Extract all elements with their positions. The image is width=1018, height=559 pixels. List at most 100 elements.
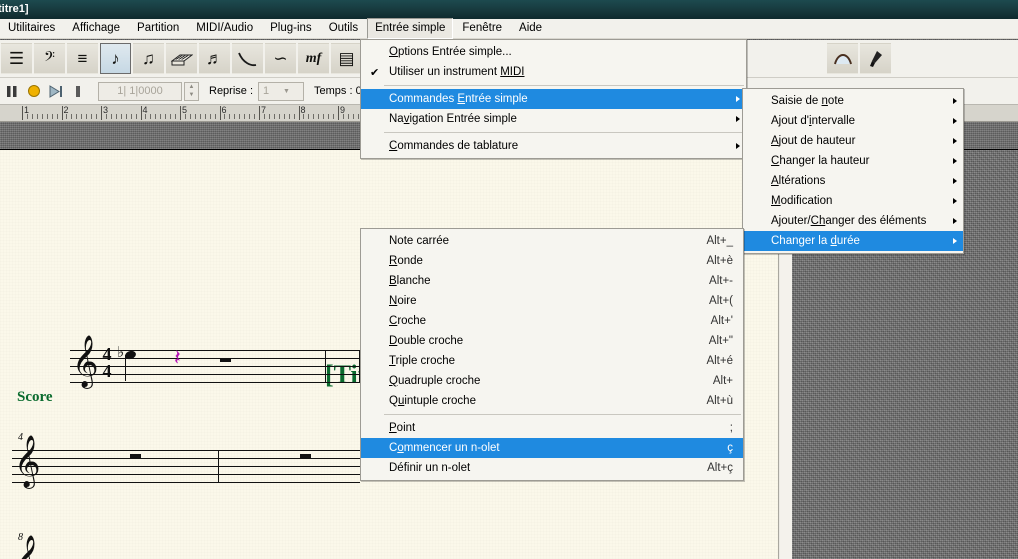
- menu-item-modification[interactable]: Modification: [743, 191, 963, 211]
- menu-item-point[interactable]: Point;: [361, 418, 743, 438]
- measure-spinner[interactable]: ▲▼: [184, 82, 199, 101]
- menu-item-navigation-entree-simple[interactable]: Navigation Entrée simple: [361, 109, 746, 129]
- submenu-arrow-icon: [953, 118, 957, 124]
- menu-item-saisie-de-note[interactable]: Saisie de note: [743, 91, 963, 111]
- ruler-minor-tick: [289, 114, 290, 119]
- ruler-tick-label: 3: [101, 105, 108, 115]
- menu-item-croche[interactable]: CrocheAlt+': [361, 311, 743, 331]
- speedy-entry-tool-icon[interactable]: ♫: [133, 43, 164, 74]
- whole-rest[interactable]: [300, 454, 311, 458]
- selected-quarter-rest[interactable]: 𝄽: [174, 348, 181, 370]
- ruler-minor-tick: [353, 114, 354, 119]
- ruler-minor-tick: [96, 114, 97, 119]
- menu-item-label: Commandes Entrée simple: [389, 93, 736, 105]
- menu-item-label: Navigation Entrée simple: [389, 113, 736, 125]
- submenu-arrow-icon: [953, 238, 957, 244]
- menubar-item-fen-tre[interactable]: Fenêtre: [454, 18, 510, 39]
- menu-item-quintuple-croche[interactable]: Quintuple crocheAlt+ù: [361, 391, 743, 411]
- play-button[interactable]: [46, 81, 66, 101]
- menu-item-note-carree[interactable]: Note carréeAlt+_: [361, 231, 743, 251]
- menu-item-triple-croche[interactable]: Triple crocheAlt+é: [361, 351, 743, 371]
- menu-item-label: Noire: [389, 295, 663, 307]
- window-title: titre1]: [0, 0, 29, 19]
- menu-item-shortcut: ;: [663, 422, 733, 434]
- menu-item-alterations[interactable]: Altérations: [743, 171, 963, 191]
- reprise-label: Reprise :: [209, 85, 253, 97]
- ruler-minor-tick: [136, 114, 137, 119]
- ruler-minor-tick: [195, 114, 196, 119]
- menu-changer-la-duree[interactable]: Note carréeAlt+_RondeAlt+èBlancheAlt+-No…: [360, 228, 744, 481]
- smart-shape-tool-icon[interactable]: [827, 43, 858, 74]
- ruler-tick-label: 8: [299, 105, 306, 115]
- menu-item-commencer-un-n-olet[interactable]: Commencer un n-oletç: [361, 438, 743, 458]
- menu-item-noire[interactable]: NoireAlt+(: [361, 291, 743, 311]
- menu-separator: [363, 414, 741, 415]
- menu-item-label: Blanche: [389, 275, 663, 287]
- menubar-item-partition[interactable]: Partition: [129, 18, 187, 39]
- staff-system-3[interactable]: 8 𝄞: [12, 550, 360, 559]
- bass-clef-tool-icon[interactable]: 𝄢: [34, 43, 65, 74]
- menu-separator: [363, 85, 744, 86]
- submenu-arrow-icon: [953, 98, 957, 104]
- staff-system-1[interactable]: 𝄞 4 4 ♭ 𝄽: [70, 350, 360, 382]
- measure-position-field[interactable]: 1| 1|0000: [98, 82, 182, 101]
- submenu-arrow-icon: [736, 116, 740, 122]
- staff-attributes-tool-icon[interactable]: ▤: [331, 43, 362, 74]
- menu-item-ajouter-changer-des-elements[interactable]: Ajouter/Changer des éléments: [743, 211, 963, 231]
- menu-item-label: Définir un n-olet: [389, 462, 663, 474]
- barline: [218, 450, 219, 483]
- ruler-minor-tick: [264, 114, 265, 119]
- menubar-item-affichage[interactable]: Affichage: [64, 18, 128, 39]
- record-button[interactable]: [24, 81, 44, 101]
- menubar-item-plug-ins[interactable]: Plug-ins: [262, 18, 320, 39]
- staff-lines-tool-icon[interactable]: ≡: [67, 43, 98, 74]
- expression-tool-icon[interactable]: mf: [298, 43, 329, 74]
- menubar-item-utilitaires[interactable]: Utilitaires: [0, 18, 63, 39]
- menu-item-commandes-entree-simple[interactable]: Commandes Entrée simple: [361, 89, 746, 109]
- half-rest[interactable]: [220, 358, 231, 362]
- treble-clef-icon: 𝄞: [14, 538, 41, 559]
- repeat-tool-icon[interactable]: [860, 43, 891, 74]
- ruler-minor-tick: [155, 114, 156, 119]
- staff-tool-icon[interactable]: ☰: [1, 43, 32, 74]
- ruler-minor-tick: [27, 114, 28, 119]
- hyperscribe-tool-icon[interactable]: [166, 43, 197, 74]
- time-signature-denominator: 4: [100, 363, 114, 380]
- menu-item-changer-la-hauteur[interactable]: Changer la hauteur: [743, 151, 963, 171]
- slur-tool-icon[interactable]: [232, 43, 263, 74]
- menu-item-utiliser-un-instrument-midi[interactable]: ✔Utiliser un instrument MIDI: [361, 62, 746, 82]
- menu-item-shortcut: Alt+: [663, 375, 733, 387]
- articulation-tool-icon[interactable]: ∽: [265, 43, 296, 74]
- menu-item-changer-la-duree[interactable]: Changer la durée: [743, 231, 963, 251]
- tuplet-tool-icon[interactable]: ♬: [199, 43, 230, 74]
- stop-button[interactable]: [68, 81, 88, 101]
- menubar-item-aide[interactable]: Aide: [511, 18, 550, 39]
- submenu-arrow-icon: [953, 158, 957, 164]
- menu-commandes-entree-simple[interactable]: Saisie de noteAjout d'intervalleAjout de…: [742, 88, 964, 254]
- menu-entree-simple[interactable]: Options Entrée simple...✔Utiliser un ins…: [360, 39, 747, 159]
- menu-item-ajout-de-hauteur[interactable]: Ajout de hauteur: [743, 131, 963, 151]
- menu-item-commandes-de-tablature[interactable]: Commandes de tablature: [361, 136, 746, 156]
- menu-item-ajout-d-intervalle[interactable]: Ajout d'intervalle: [743, 111, 963, 131]
- menu-item-label: Triple croche: [389, 355, 663, 367]
- submenu-arrow-icon: [953, 138, 957, 144]
- menubar-item-outils[interactable]: Outils: [321, 18, 366, 39]
- menu-item-definir-un-n-olet[interactable]: Définir un n-oletAlt+ç: [361, 458, 743, 478]
- whole-rest[interactable]: [130, 454, 141, 458]
- ruler-minor-tick: [215, 114, 216, 119]
- pause-button[interactable]: [2, 81, 22, 101]
- reprise-dropdown[interactable]: 1 ▼: [258, 82, 304, 101]
- staff-system-2[interactable]: 4 𝄞: [12, 450, 360, 482]
- ruler-minor-tick: [42, 114, 43, 119]
- menu-item-ronde[interactable]: RondeAlt+è: [361, 251, 743, 271]
- menu-item-double-croche[interactable]: Double crocheAlt+": [361, 331, 743, 351]
- menu-item-shortcut: Alt+(: [663, 295, 733, 307]
- ruler-minor-tick: [47, 114, 48, 119]
- menu-item-blanche[interactable]: BlancheAlt+-: [361, 271, 743, 291]
- menu-item-quadruple-croche[interactable]: Quadruple crocheAlt+: [361, 371, 743, 391]
- menu-item-shortcut: ç: [663, 442, 733, 454]
- simple-entry-tool-icon[interactable]: ♪: [100, 43, 131, 74]
- menu-item-options-entree-simple[interactable]: Options Entrée simple...: [361, 42, 746, 62]
- menubar-item-entr-e-simple[interactable]: Entrée simple: [367, 18, 453, 39]
- menubar-item-midi-audio[interactable]: MIDI/Audio: [188, 18, 261, 39]
